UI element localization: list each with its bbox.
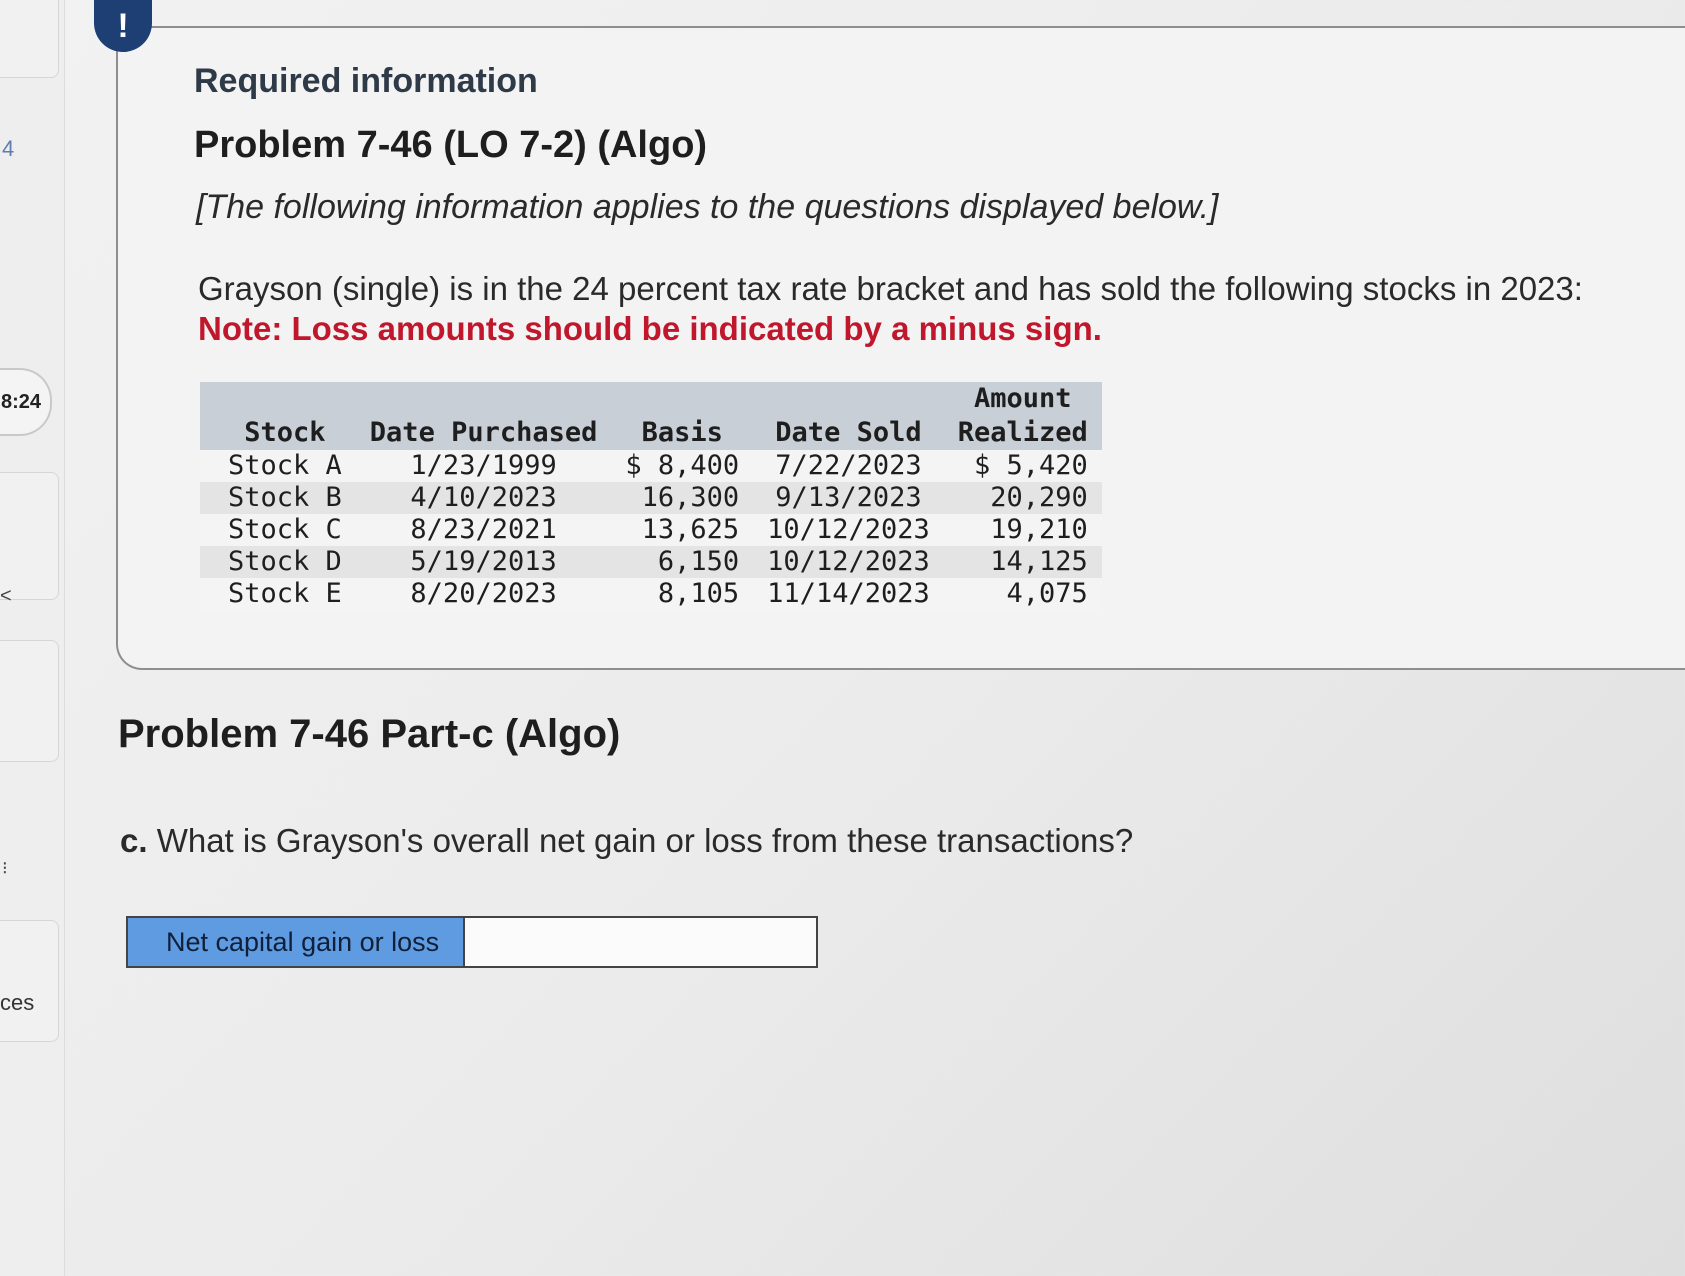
table-cell: 4,075 xyxy=(943,578,1102,610)
column-header: Date Purchased xyxy=(355,382,612,450)
table-row: Stock C 8/23/2021 13,625 10/12/2023 19,2… xyxy=(200,514,1102,546)
sidebar-card[interactable] xyxy=(0,472,59,600)
table-cell: 8/20/2023 xyxy=(355,578,612,610)
table-cell: 10/12/2023 xyxy=(753,546,944,578)
question-number[interactable]: 4 xyxy=(2,136,14,162)
table-cell: 8,105 xyxy=(611,578,754,610)
net-capital-gain-input[interactable] xyxy=(465,918,816,966)
table-row: Stock B 4/10/2023 16,300 9/13/2023 20,29… xyxy=(200,482,1102,514)
part-title: Problem 7-46 Part-c (Algo) xyxy=(118,712,621,756)
table-cell: $ 8,400 xyxy=(611,450,754,482)
table-cell: 7/22/2023 xyxy=(753,450,944,482)
loss-note: Note: Loss amounts should be indicated b… xyxy=(198,310,1102,347)
answer-label: Net capital gain or loss xyxy=(128,918,465,966)
column-header: Basis xyxy=(611,382,754,450)
table-cell: 8/23/2021 xyxy=(355,514,612,546)
table-row: Stock E 8/20/2023 8,105 11/14/2023 4,075 xyxy=(200,578,1102,610)
table-cell: 6,150 xyxy=(611,546,754,578)
sidebar: 4 < ⁝ ces xyxy=(0,0,65,1276)
required-info-heading: Required information xyxy=(194,62,538,100)
table-cell: Stock B xyxy=(200,482,356,514)
sidebar-item-label[interactable]: ces xyxy=(0,990,34,1016)
sidebar-card[interactable] xyxy=(0,0,59,78)
table-cell: Stock E xyxy=(200,578,356,610)
problem-title: Problem 7-46 (LO 7-2) (Algo) xyxy=(194,124,708,166)
table-cell: 5/19/2013 xyxy=(355,546,612,578)
table-cell: 20,290 xyxy=(943,482,1102,514)
column-header: Amount Realized xyxy=(943,382,1102,450)
column-header: Date Sold xyxy=(753,382,944,450)
question-text: c. What is Grayson's overall net gain or… xyxy=(120,822,1133,860)
table-header-row: Stock Date Purchased Basis Date Sold Amo… xyxy=(200,382,1102,450)
table-cell: 13,625 xyxy=(611,514,754,546)
table-cell: 11/14/2023 xyxy=(753,578,944,610)
problem-intro: Grayson (single) is in the 24 percent ta… xyxy=(198,270,1583,307)
column-header: Stock xyxy=(200,382,356,450)
table-cell: Stock D xyxy=(200,546,356,578)
chevron-left-icon[interactable]: < xyxy=(0,585,12,608)
table-cell: 19,210 xyxy=(943,514,1102,546)
table-cell: 1/23/1999 xyxy=(355,450,612,482)
table-cell: 9/13/2023 xyxy=(753,482,944,514)
question-prefix: c. xyxy=(120,822,148,859)
tick-icon: ⁝ xyxy=(2,858,8,878)
table-cell: 4/10/2023 xyxy=(355,482,612,514)
table-cell: Stock A xyxy=(200,450,356,482)
stock-table: Stock Date Purchased Basis Date Sold Amo… xyxy=(200,382,1102,610)
question-body: What is Grayson's overall net gain or lo… xyxy=(156,822,1134,859)
sidebar-card[interactable] xyxy=(0,920,59,1042)
table-cell: 10/12/2023 xyxy=(753,514,944,546)
table-cell: 14,125 xyxy=(943,546,1102,578)
table-row: Stock A 1/23/1999 $ 8,400 7/22/2023 $ 5,… xyxy=(200,450,1102,482)
sidebar-card[interactable] xyxy=(0,640,59,762)
table-row: Stock D 5/19/2013 6,150 10/12/2023 14,12… xyxy=(200,546,1102,578)
table-cell: Stock C xyxy=(200,514,356,546)
table-cell: 16,300 xyxy=(611,482,754,514)
table-cell: $ 5,420 xyxy=(943,450,1102,482)
applies-note: [The following information applies to th… xyxy=(196,188,1219,226)
answer-row: Net capital gain or loss xyxy=(126,916,818,968)
